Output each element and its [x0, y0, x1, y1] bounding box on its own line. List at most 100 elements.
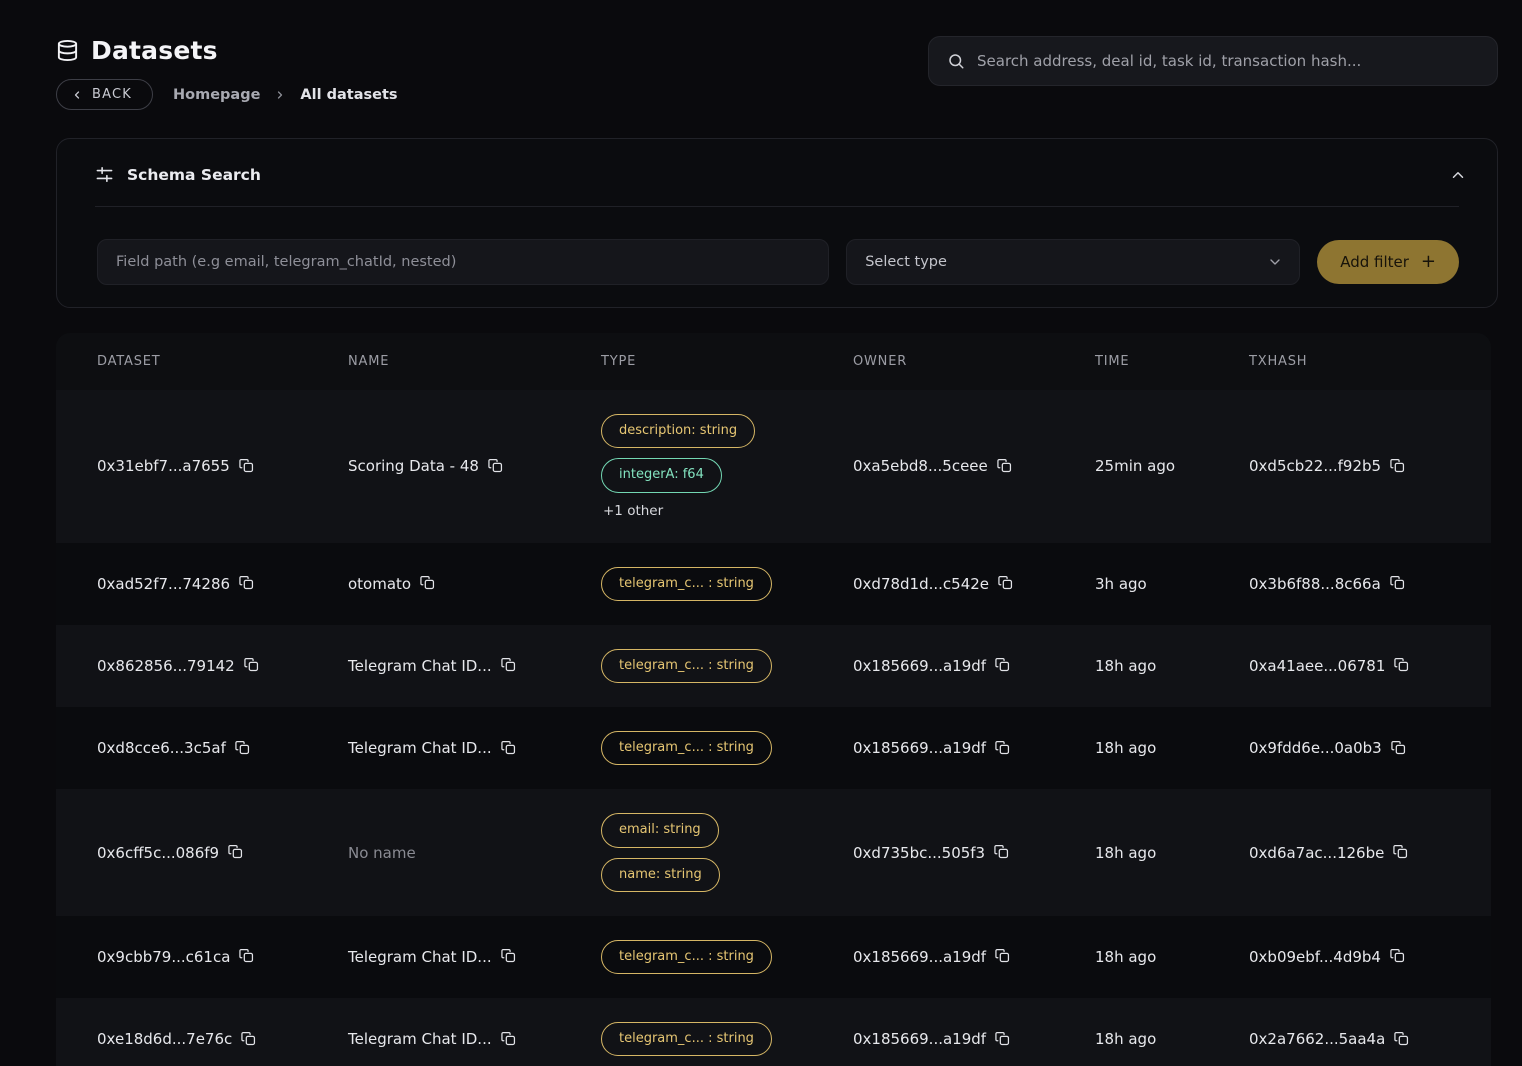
collapse-panel-button[interactable]	[1449, 166, 1467, 184]
copy-icon-button[interactable]	[239, 575, 254, 590]
txhash-cell: 0xd5cb22...f92b5	[1249, 390, 1491, 543]
copy-icon-button[interactable]	[235, 740, 250, 755]
owner-address: 0x185669...a19df	[853, 739, 986, 757]
txhash-value: 0xa41aee...06781	[1249, 657, 1385, 675]
dataset-name: Telegram Chat ID...	[348, 1030, 492, 1048]
dataset-name: Telegram Chat ID...	[348, 657, 492, 675]
dataset-name: otomato	[348, 575, 411, 593]
type-badge: telegram_c... : string	[601, 1022, 772, 1056]
owner-address: 0x185669...a19df	[853, 657, 986, 675]
name-cell: otomato	[348, 543, 601, 625]
column-header-name: NAME	[348, 354, 601, 369]
more-types-label: +1 other	[601, 503, 663, 519]
copy-icon-button[interactable]	[239, 458, 254, 473]
copy-icon-button[interactable]	[488, 458, 503, 473]
copy-icon-button[interactable]	[1394, 657, 1409, 672]
copy-icon-button[interactable]	[1391, 740, 1406, 755]
txhash-cell: 0x3b6f88...8c66a	[1249, 543, 1491, 625]
table-row[interactable]: 0x9cbb79...c61ca Telegram Chat ID... tel…	[56, 916, 1491, 998]
copy-icon-button[interactable]	[244, 657, 259, 672]
txhash-value: 0xd6a7ac...126be	[1249, 844, 1384, 862]
type-select[interactable]: Select type	[846, 239, 1300, 285]
type-badge: telegram_c... : string	[601, 567, 772, 601]
schema-search-title: Schema Search	[127, 166, 261, 184]
table-row[interactable]: 0x6cff5c...086f9 No name email: stringna…	[56, 789, 1491, 916]
dataset-name: No name	[348, 844, 416, 862]
copy-icon-button[interactable]	[997, 458, 1012, 473]
copy-icon-button[interactable]	[420, 575, 435, 590]
table-row[interactable]: 0x862856...79142 Telegram Chat ID... tel…	[56, 625, 1491, 707]
txhash-value: 0x3b6f88...8c66a	[1249, 575, 1381, 593]
txhash-cell: 0xd6a7ac...126be	[1249, 789, 1491, 916]
global-search	[928, 36, 1498, 86]
time-cell: 18h ago	[1095, 916, 1249, 998]
copy-icon-button[interactable]	[501, 1031, 516, 1046]
dataset-cell: 0x862856...79142	[97, 625, 348, 707]
field-path-input[interactable]	[97, 239, 829, 285]
copy-icon-button[interactable]	[241, 1031, 256, 1046]
page-title: Datasets	[91, 36, 218, 65]
name-cell: Telegram Chat ID...	[348, 916, 601, 998]
search-icon	[947, 52, 965, 70]
column-header-type: TYPE	[601, 354, 853, 369]
owner-cell: 0x185669...a19df	[853, 916, 1095, 998]
dataset-id: 0x862856...79142	[97, 657, 235, 675]
copy-icon-button[interactable]	[501, 740, 516, 755]
copy-icon-button[interactable]	[998, 575, 1013, 590]
title-area: Datasets BACK Homepage All datasets	[56, 36, 398, 110]
copy-icon-button[interactable]	[995, 948, 1010, 963]
copy-icon-button[interactable]	[995, 740, 1010, 755]
copy-icon-button[interactable]	[1390, 948, 1405, 963]
txhash-cell: 0xa41aee...06781	[1249, 625, 1491, 707]
copy-icon-button[interactable]	[995, 657, 1010, 672]
copy-icon-button[interactable]	[995, 1031, 1010, 1046]
dataset-cell: 0x9cbb79...c61ca	[97, 916, 348, 998]
copy-icon-button[interactable]	[228, 844, 243, 859]
dataset-cell: 0x31ebf7...a7655	[97, 390, 348, 543]
plus-icon: +	[1421, 253, 1436, 271]
dataset-name: Telegram Chat ID...	[348, 739, 492, 757]
type-cell: email: stringname: string	[601, 789, 853, 916]
copy-icon-button[interactable]	[1394, 1031, 1409, 1046]
chevron-down-icon	[1267, 254, 1283, 270]
column-header-txhash: TXHASH	[1249, 354, 1491, 369]
name-cell: Telegram Chat ID...	[348, 625, 601, 707]
dataset-id: 0x6cff5c...086f9	[97, 844, 219, 862]
copy-icon-button[interactable]	[239, 948, 254, 963]
copy-icon-button[interactable]	[1393, 844, 1408, 859]
copy-icon-button[interactable]	[1390, 575, 1405, 590]
owner-address: 0xa5ebd8...5ceee	[853, 457, 988, 475]
txhash-value: 0xb09ebf...4d9b4	[1249, 948, 1381, 966]
owner-cell: 0xd735bc...505f3	[853, 789, 1095, 916]
copy-icon-button[interactable]	[994, 844, 1009, 859]
type-badge: telegram_c... : string	[601, 649, 772, 683]
owner-address: 0x185669...a19df	[853, 1030, 986, 1048]
search-input[interactable]	[977, 52, 1479, 70]
owner-cell: 0xd78d1d...c542e	[853, 543, 1095, 625]
datasets-table: DATASET NAME TYPE OWNER TIME TXHASH 0x31…	[56, 333, 1491, 1066]
time-cell: 25min ago	[1095, 390, 1249, 543]
time-cell: 18h ago	[1095, 998, 1249, 1066]
add-filter-label: Add filter	[1340, 253, 1409, 271]
table-row[interactable]: 0xe18d6d...7e76c Telegram Chat ID... tel…	[56, 998, 1491, 1066]
table-row[interactable]: 0xad52f7...74286 otomato telegram_c... :…	[56, 543, 1491, 625]
table-row[interactable]: 0x31ebf7...a7655 Scoring Data - 48 descr…	[56, 390, 1491, 543]
sliders-icon	[95, 165, 114, 184]
back-button[interactable]: BACK	[56, 79, 153, 110]
table-row[interactable]: 0xd8cce6...3c5af Telegram Chat ID... tel…	[56, 707, 1491, 789]
add-filter-button[interactable]: Add filter +	[1317, 240, 1459, 284]
owner-address: 0x185669...a19df	[853, 948, 986, 966]
txhash-value: 0x2a7662...5aa4a	[1249, 1030, 1385, 1048]
dataset-name: Telegram Chat ID...	[348, 948, 492, 966]
breadcrumb-homepage[interactable]: Homepage	[173, 87, 260, 103]
copy-icon-button[interactable]	[501, 657, 516, 672]
copy-icon-button[interactable]	[1390, 458, 1405, 473]
copy-icon-button[interactable]	[501, 948, 516, 963]
dataset-name: Scoring Data - 48	[348, 457, 479, 475]
time-value: 3h ago	[1095, 575, 1147, 593]
chevron-up-icon	[1449, 166, 1467, 184]
type-badge: name: string	[601, 858, 720, 892]
txhash-cell: 0x2a7662...5aa4a	[1249, 998, 1491, 1066]
time-value: 18h ago	[1095, 657, 1156, 675]
owner-address: 0xd78d1d...c542e	[853, 575, 989, 593]
